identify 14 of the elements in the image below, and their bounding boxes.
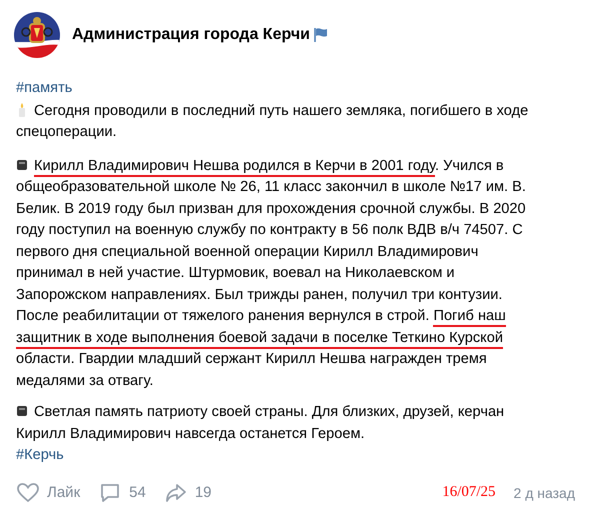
hashtag-link[interactable]: #память — [16, 80, 72, 96]
post-paragraph: Сегодня проводили в последний путь нашего земляка, погибшего в ходе спецоперации. — [16, 102, 530, 142]
hashtag-link[interactable]: #Керчь — [16, 447, 64, 463]
share-count: 19 — [194, 484, 212, 501]
square-icon — [16, 158, 28, 172]
candle-icon — [16, 102, 28, 116]
page-title[interactable]: Администрация города Керчи — [72, 26, 310, 44]
post-paragraph: Кирилл Владимирович Нешва родился в Керчи в 2001 году. Учился в общеобразовательной школе № 26, 11 класс закончил в школе №17 им. В. Белик. В 2019 году был призван для прохождения срочной службы. В 2020 году поступил на военную службу по контракту в 56 полк ВДВ в/ч 74507. С первого дня специальной военной операции Кирилл Владимирович принимал в ней участие. Штурмовик, воевал на Николаевском и Запорожском направлениях. Был трижды ранен, получил три контузии. После реабилитации от тяжелого ранения вернулся в строй. Погиб наш защитник в ходе выполнения боевой задачи в поселке Теткино Курской области. Гвардии младший сержант Кирилл Нешва награжден тремя медалями за отвагу. — [16, 156, 527, 390]
comment-count: 54 — [129, 484, 146, 501]
square-icon — [16, 404, 28, 418]
post-date: 16/07/25 — [442, 484, 496, 501]
flag-icon — [314, 27, 328, 43]
heart-icon[interactable] — [16, 480, 40, 504]
post-paragraph: Светлая память патриоту своей страны. Для близких, друзей, керчан Кирилл Владимирович навсегда останется Героем. — [16, 403, 506, 444]
